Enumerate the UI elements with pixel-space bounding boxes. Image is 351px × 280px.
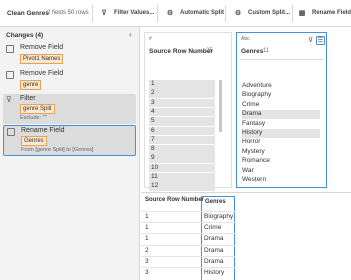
grid-cell[interactable]: Drama bbox=[204, 235, 224, 242]
custom-split-label: Custom Split... bbox=[248, 10, 290, 16]
remove-field-icon bbox=[6, 71, 14, 79]
remove-field-icon bbox=[6, 45, 14, 53]
value-bar[interactable]: 1 bbox=[149, 80, 215, 89]
change-item[interactable]: Remove Field genre bbox=[3, 69, 136, 93]
filter-values-button[interactable]: ⊽ Filter Values... bbox=[100, 9, 154, 17]
grid-cell[interactable]: Drama bbox=[204, 258, 224, 265]
field-name[interactable]: Genres bbox=[241, 48, 263, 55]
value-bar[interactable]: 6 bbox=[149, 126, 215, 135]
value-item[interactable]: Horror bbox=[242, 138, 260, 147]
toolbar: Clean Genres 2 fields 50 rows ⊽ Filter V… bbox=[0, 0, 351, 27]
grid-cell[interactable]: 3 bbox=[145, 269, 149, 276]
field-tag: genre bbox=[20, 80, 42, 90]
value-bar[interactable]: 8 bbox=[149, 145, 215, 154]
custom-split-button[interactable]: ⚙ Custom Split... bbox=[234, 9, 290, 17]
chevron-left-icon[interactable]: ‹ bbox=[129, 30, 132, 39]
row-divider bbox=[141, 211, 235, 212]
value-bar[interactable]: 2 bbox=[149, 89, 215, 98]
value-bar[interactable]: 9 bbox=[149, 154, 215, 163]
grid-cell[interactable]: 1 bbox=[145, 224, 149, 231]
row-divider bbox=[141, 244, 235, 246]
number-type-icon: # bbox=[149, 36, 152, 42]
column-header-genres[interactable]: Genres bbox=[205, 199, 226, 205]
scrollbar[interactable] bbox=[219, 80, 222, 132]
string-type-icon: Abc bbox=[241, 36, 250, 42]
value-bar[interactable]: 12 bbox=[149, 182, 215, 191]
rename-field-icon bbox=[7, 128, 15, 136]
value-item[interactable]: Crime bbox=[242, 101, 259, 110]
change-title: Filter bbox=[20, 95, 36, 102]
value-bar[interactable]: 3 bbox=[149, 98, 215, 108]
header-divider bbox=[240, 59, 323, 60]
automatic-split-button[interactable]: ⚙ Automatic Split bbox=[166, 9, 224, 17]
change-detail: Exclude: "" bbox=[20, 115, 47, 121]
rename-field-button[interactable]: ▦ Rename Field bbox=[298, 9, 351, 17]
data-grid: Source Row Number Genres 1 Biography 1 Crim… bbox=[141, 192, 351, 280]
distinct-count: 11 bbox=[263, 48, 270, 54]
field-name[interactable]: Source Row Number bbox=[149, 48, 213, 55]
field-tag: genre Split bbox=[20, 104, 55, 114]
filter-icon: ⊽ bbox=[101, 10, 107, 17]
profile-pane: # Source Row Number 25 1 2 3 4 5 6 7 8 9 10 11 12 A… bbox=[141, 27, 351, 192]
change-title: Rename Field bbox=[21, 127, 65, 134]
value-bar[interactable]: 5 bbox=[149, 117, 215, 126]
row-divider bbox=[141, 233, 235, 235]
change-item[interactable]: Remove Field Pivot1 Names bbox=[3, 43, 136, 69]
step-meta: 2 fields 50 rows bbox=[47, 10, 89, 16]
rename-icon: ▦ bbox=[298, 10, 306, 17]
custom-split-icon: ⚙ bbox=[234, 10, 242, 17]
value-item[interactable]: Biography bbox=[242, 91, 271, 100]
value-item[interactable]: Romance bbox=[242, 157, 270, 166]
field-tag: Pivot1 Names bbox=[20, 54, 64, 64]
value-bar[interactable]: 7 bbox=[149, 135, 215, 145]
change-title: Remove Field bbox=[20, 44, 64, 51]
rename-field-label: Rename Field bbox=[312, 10, 351, 16]
column-header-source-row[interactable]: Source Row Number bbox=[145, 197, 204, 203]
value-bar[interactable]: 11 bbox=[149, 173, 215, 182]
step-title: Clean Genres bbox=[7, 10, 49, 17]
row-divider bbox=[141, 255, 235, 257]
grid-cell[interactable]: Crime bbox=[204, 224, 221, 231]
grid-cell[interactable]: 1 bbox=[145, 213, 149, 220]
value-item[interactable]: Adventure bbox=[242, 82, 272, 91]
toolbar-divider bbox=[92, 5, 93, 22]
value-bar[interactable]: 10 bbox=[149, 163, 215, 173]
profile-card-source-row[interactable]: # Source Row Number 25 1 2 3 4 5 6 7 8 9 10 11 12 bbox=[144, 32, 232, 191]
value-bar[interactable]: 4 bbox=[149, 107, 215, 117]
value-item[interactable]: History bbox=[242, 129, 320, 138]
toolbar-divider bbox=[157, 5, 158, 22]
change-title: Remove Field bbox=[20, 70, 64, 77]
grid-cell[interactable]: Drama bbox=[204, 247, 224, 254]
value-item[interactable]: War bbox=[242, 167, 254, 176]
toolbar-divider bbox=[292, 5, 293, 22]
distinct-count: 25 bbox=[206, 48, 213, 54]
value-item[interactable]: Drama bbox=[242, 110, 320, 120]
value-item[interactable]: Mystery bbox=[242, 148, 265, 157]
value-item[interactable]: Western bbox=[242, 176, 266, 185]
value-item[interactable]: Fantasy bbox=[242, 120, 265, 129]
toolbar-divider bbox=[225, 5, 226, 22]
auto-split-icon: ⚙ bbox=[166, 10, 174, 17]
change-item[interactable]: Rename Field Genres From [genre Split] t… bbox=[3, 125, 136, 156]
changes-panel: Changes (4) ‹ Remove Field Pivot1 Names … bbox=[0, 27, 140, 280]
filter-icon: ⊽ bbox=[6, 95, 12, 104]
grid-cell[interactable]: 3 bbox=[145, 258, 149, 265]
profile-card-genres[interactable]: Abc ⊽ ☰ Genres 11 Adventure Biography Crim… bbox=[236, 32, 327, 188]
change-detail: From [genre Split] to [Genres] bbox=[21, 147, 94, 153]
row-divider bbox=[141, 267, 235, 268]
change-item[interactable]: ⊽ Filter genre Split Exclude: "" bbox=[3, 94, 136, 124]
field-tag: Genres bbox=[21, 136, 47, 146]
grid-cell[interactable]: 1 bbox=[145, 235, 149, 242]
changes-header: Changes (4) bbox=[6, 32, 44, 39]
more-options-icon[interactable]: ☰ bbox=[316, 36, 325, 45]
automatic-split-label: Automatic Split bbox=[180, 10, 225, 16]
grid-cell[interactable]: History bbox=[204, 269, 224, 276]
filter-values-label: Filter Values... bbox=[114, 10, 155, 16]
filter-icon[interactable]: ⊽ bbox=[308, 36, 313, 44]
grid-cell[interactable]: Biography bbox=[204, 213, 233, 220]
row-divider bbox=[141, 222, 235, 224]
grid-cell[interactable]: 2 bbox=[145, 247, 149, 254]
